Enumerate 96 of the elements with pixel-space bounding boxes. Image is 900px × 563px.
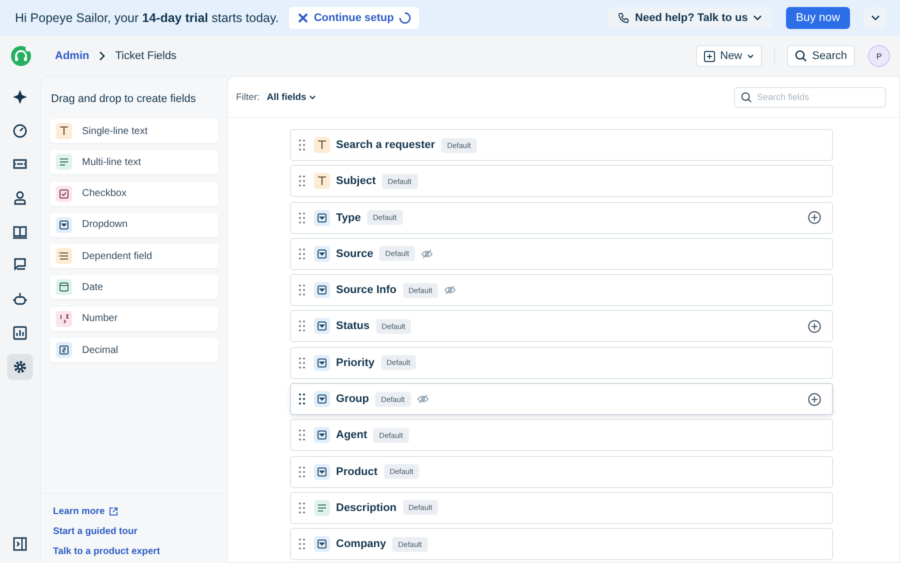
dropdown-type-icon — [314, 282, 330, 298]
field-name: Subject — [336, 175, 376, 188]
drag-handle-icon[interactable] — [299, 356, 305, 369]
field-name: Product — [336, 466, 378, 478]
caret-icon — [309, 94, 316, 100]
drag-handle-icon[interactable] — [299, 538, 305, 550]
continue-setup-button[interactable]: Continue setup — [288, 7, 419, 29]
field-type-label: Multi-line text — [82, 156, 141, 168]
eye-off-icon — [416, 394, 429, 404]
number-type-icon — [56, 310, 72, 327]
new-button[interactable]: New — [696, 45, 762, 67]
eye-off-icon — [421, 248, 434, 259]
drag-handle-icon[interactable] — [299, 393, 305, 406]
dropdown-type-icon — [314, 318, 330, 334]
palette-heading: Drag and drop to create fields — [51, 93, 197, 105]
field-type-item[interactable]: Single-line text — [50, 119, 218, 143]
dropdown-type-icon — [314, 427, 330, 444]
dropdown-type-icon — [314, 464, 330, 480]
search-fields-input[interactable]: Search fields — [734, 86, 886, 108]
filter-label: Filter: — [236, 92, 260, 102]
expand-panel-icon[interactable] — [13, 537, 27, 551]
checkbox-type-icon — [56, 186, 72, 202]
field-name: Company — [336, 538, 386, 550]
field-type-label: Dropdown — [82, 219, 128, 230]
decimal-type-icon — [56, 342, 72, 358]
list-type-icon — [56, 248, 72, 264]
field-name: Agent — [336, 429, 368, 442]
field-name: Priority — [336, 356, 375, 369]
search-icon — [795, 50, 808, 62]
field-name: Search a requester — [336, 139, 436, 151]
calendar-icon — [56, 279, 72, 296]
chevron-down-icon — [752, 15, 762, 21]
drag-handle-icon[interactable] — [299, 284, 305, 296]
field-name: Description — [336, 502, 397, 514]
page-title: Ticket Fields — [115, 50, 177, 62]
text-type-icon — [314, 173, 330, 190]
guided-tour-link[interactable]: Start a guided tour — [53, 526, 215, 537]
buy-now-button[interactable]: Buy now — [786, 7, 850, 29]
field-type-item[interactable]: Number — [50, 306, 218, 331]
settings-icon[interactable] — [7, 354, 33, 380]
field-name: Group — [336, 393, 369, 406]
eye-off-icon — [444, 285, 456, 296]
field-type-label: Date — [82, 282, 104, 293]
field-type-item[interactable]: Checkbox — [50, 182, 218, 206]
field-type-item[interactable]: Date — [50, 275, 218, 300]
spinner-icon — [398, 12, 411, 24]
external-link-icon — [108, 507, 118, 516]
chevron-down-icon — [870, 15, 880, 21]
drag-handle-icon[interactable] — [299, 466, 305, 478]
drag-handle-icon[interactable] — [299, 320, 305, 332]
field-type-label: Checkbox — [82, 188, 126, 200]
add-square-icon — [704, 50, 716, 62]
field-type-label: Single-line text — [82, 126, 148, 136]
field-name: Source Info — [336, 284, 397, 296]
field-type-item[interactable]: Dependent field — [50, 244, 218, 268]
headset-logo-icon[interactable] — [10, 45, 32, 67]
admin-link[interactable]: Admin — [55, 50, 90, 62]
search-button[interactable]: Search — [787, 45, 855, 67]
field-type-item[interactable]: Dropdown — [50, 212, 218, 237]
learn-more-link[interactable]: Learn more — [53, 506, 215, 517]
field-type-item[interactable]: Decimal — [50, 338, 218, 362]
caret-icon — [747, 54, 754, 58]
field-type-label: Decimal — [82, 344, 118, 356]
drag-handle-icon[interactable] — [299, 175, 305, 188]
paragraph-type-icon — [314, 500, 330, 516]
trial-message: Hi Popeye Sailor, your 14-day trial starts today. — [15, 11, 279, 25]
dropdown-type-icon — [314, 210, 330, 226]
field-name: Source — [336, 248, 374, 260]
add-circle-icon[interactable] — [808, 392, 821, 406]
expand-button[interactable] — [864, 7, 886, 29]
text-type-icon — [314, 137, 330, 153]
drag-handle-icon[interactable] — [299, 212, 305, 224]
field-type-item[interactable]: Multi-line text — [50, 150, 218, 174]
dropdown-type-icon — [314, 246, 330, 262]
dropdown-type-icon — [314, 354, 330, 371]
drag-handle-icon[interactable] — [299, 248, 305, 260]
drag-handle-icon[interactable] — [299, 139, 305, 151]
chevron-right-icon — [98, 51, 106, 61]
field-type-label: Number — [82, 313, 118, 324]
product-expert-link[interactable]: Talk to a product expert — [53, 546, 215, 557]
dropdown-type-icon — [56, 216, 72, 233]
dropdown-type-icon — [314, 536, 330, 552]
dropdown-type-icon — [314, 391, 330, 408]
user-avatar[interactable]: P — [868, 45, 890, 67]
paragraph-type-icon — [56, 154, 72, 170]
add-circle-icon[interactable] — [808, 320, 821, 333]
field-name: Status — [336, 320, 370, 332]
add-circle-icon[interactable] — [808, 211, 821, 224]
drag-handle-icon[interactable] — [299, 429, 305, 442]
field-type-label: Dependent field — [82, 250, 152, 262]
text-type-icon — [56, 123, 72, 139]
field-name: Type — [336, 212, 361, 224]
drag-handle-icon[interactable] — [299, 502, 305, 514]
filter-dropdown[interactable]: All fields — [264, 92, 318, 102]
help-button[interactable]: Need help? Talk to us — [608, 7, 772, 29]
phone-icon — [618, 12, 630, 24]
